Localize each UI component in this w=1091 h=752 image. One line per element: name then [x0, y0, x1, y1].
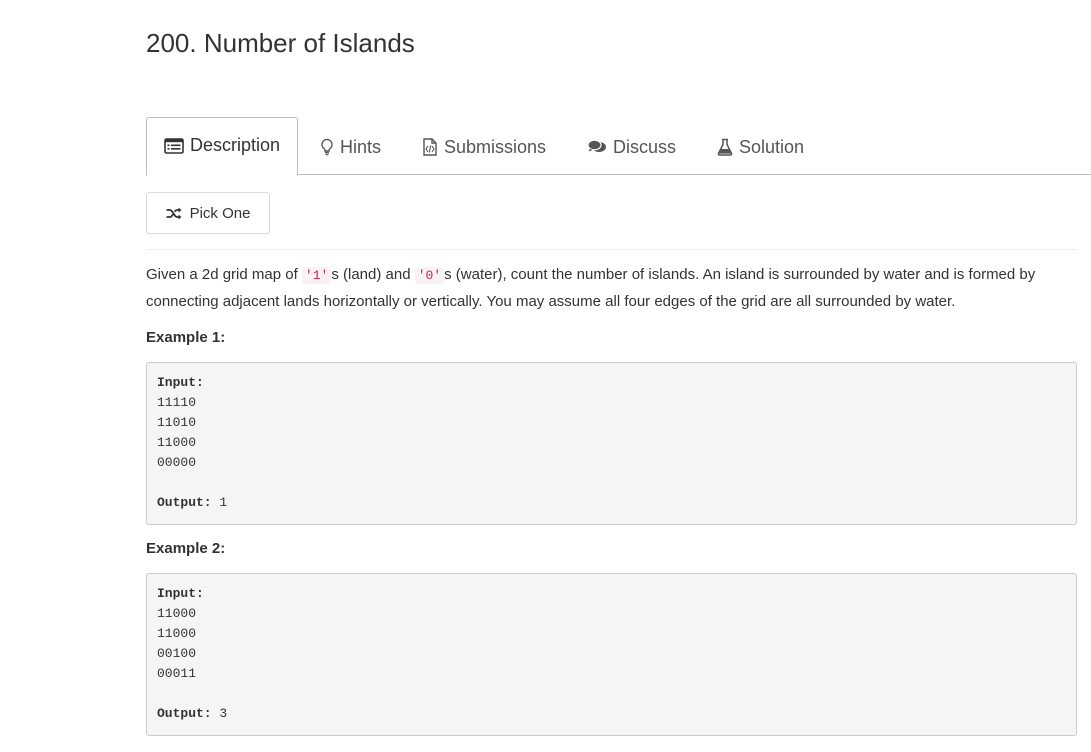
tab-submissions[interactable]: Submissions — [422, 117, 546, 175]
grid-row: 00011 — [157, 666, 197, 681]
tab-description-label: Description — [190, 135, 281, 155]
tab-description[interactable]: Description — [146, 117, 299, 176]
output-value: 1 — [219, 495, 228, 510]
inline-code-land: '1' — [301, 267, 332, 284]
code-file-icon — [422, 138, 438, 156]
flask-icon — [717, 138, 733, 156]
comments-icon — [587, 139, 607, 155]
grid-row: 00100 — [157, 646, 197, 661]
divider — [146, 249, 1077, 250]
problem-tabs: Description Hints Submissions Discuss So… — [146, 117, 1091, 176]
output-value: 3 — [219, 706, 228, 721]
grid-row: 11000 — [157, 606, 197, 621]
lightbulb-icon — [320, 138, 334, 156]
tab-submissions-label: Submissions — [444, 136, 547, 157]
shuffle-icon — [166, 207, 182, 220]
output-label: Output: — [157, 706, 212, 721]
output-label: Output: — [157, 495, 212, 510]
problem-description: Given a 2d grid map of '1' s (land) and '… — [146, 262, 1081, 315]
example-1-code-block: Input: 11110 11010 11000 00000 Output: 1 — [146, 362, 1077, 525]
input-label: Input: — [157, 586, 204, 601]
grid-row: 11000 — [157, 435, 197, 450]
grid-row: 11010 — [157, 415, 197, 430]
grid-row: 11110 — [157, 395, 197, 410]
tab-discuss[interactable]: Discuss — [587, 117, 676, 175]
tab-discuss-label: Discuss — [613, 136, 677, 157]
tab-hints[interactable]: Hints — [320, 117, 381, 175]
description-text: s (land) and — [331, 266, 415, 283]
input-label: Input: — [157, 375, 204, 390]
example-2-title: Example 2: — [146, 540, 226, 557]
tab-hints-label: Hints — [340, 136, 382, 157]
pick-one-label: Pick One — [189, 204, 251, 222]
page-title: 200. Number of Islands — [146, 28, 415, 58]
example-1-title: Example 1: — [146, 329, 226, 346]
description-text: Given a 2d grid map of — [146, 266, 302, 283]
example-2-code-block: Input: 11000 11000 00100 00011 Output: 3 — [146, 573, 1077, 736]
pick-one-button[interactable]: Pick One — [146, 192, 270, 234]
inline-code-water: '0' — [414, 267, 445, 284]
tab-solution[interactable]: Solution — [717, 117, 804, 175]
grid-row: 00000 — [157, 455, 197, 470]
tab-solution-label: Solution — [739, 136, 805, 157]
list-icon — [164, 137, 184, 154]
grid-row: 11000 — [157, 626, 197, 641]
